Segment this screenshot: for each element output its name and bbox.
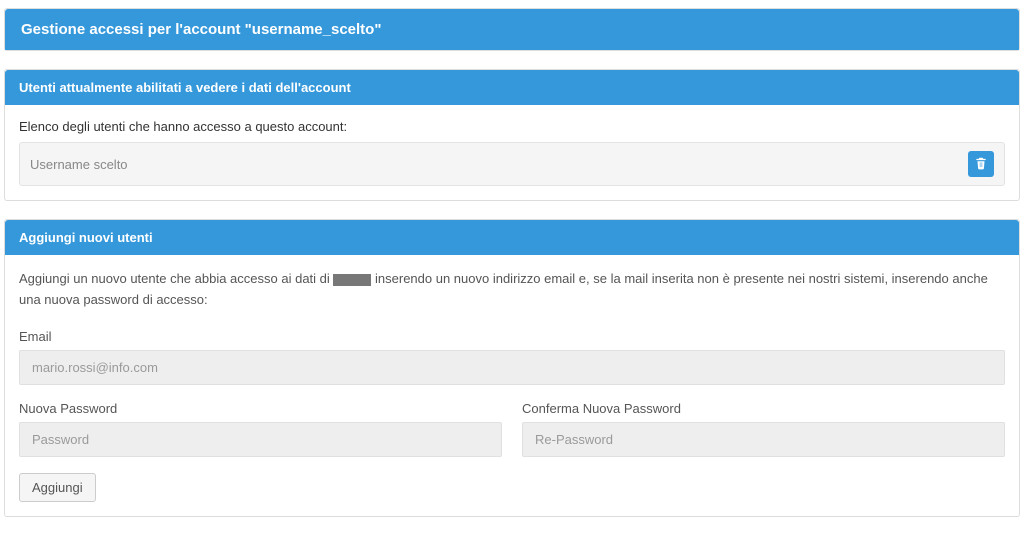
redacted-block <box>333 274 371 286</box>
confirm-password-label: Conferma Nuova Password <box>522 401 1005 416</box>
add-user-button[interactable]: Aggiungi <box>19 473 96 502</box>
new-password-label: Nuova Password <box>19 401 502 416</box>
email-form-group: Email <box>19 329 1005 385</box>
new-password-form-group: Nuova Password <box>19 401 502 457</box>
add-users-panel-title: Aggiungi nuovi utenti <box>5 220 1019 255</box>
page-title-suffix: " <box>374 21 381 38</box>
enabled-users-list-title: Elenco degli utenti che hanno accesso a … <box>19 119 1005 134</box>
confirm-password-form-group: Conferma Nuova Password <box>522 401 1005 457</box>
user-row-name: Username scelto <box>30 157 128 172</box>
add-users-description: Aggiungi un nuovo utente che abbia acces… <box>19 269 1005 311</box>
table-row: Username scelto <box>19 142 1005 186</box>
trash-icon <box>974 156 988 173</box>
add-users-panel: Aggiungi nuovi utenti Aggiungi un nuovo … <box>4 219 1020 517</box>
page-title: Gestione accessi per l'account "username… <box>5 9 1019 50</box>
page-title-username: username_scelto <box>252 21 375 38</box>
enabled-users-panel-body: Elenco degli utenti che hanno accesso a … <box>5 105 1019 200</box>
page-title-prefix: Gestione accessi per l'account " <box>21 21 252 38</box>
email-label: Email <box>19 329 1005 344</box>
page-header-panel: Gestione accessi per l'account "username… <box>4 8 1020 51</box>
confirm-password-field[interactable] <box>522 422 1005 457</box>
delete-user-button[interactable] <box>968 151 994 177</box>
description-before: Aggiungi un nuovo utente che abbia acces… <box>19 271 333 286</box>
email-field[interactable] <box>19 350 1005 385</box>
enabled-users-panel: Utenti attualmente abilitati a vedere i … <box>4 69 1020 201</box>
enabled-users-panel-title: Utenti attualmente abilitati a vedere i … <box>5 70 1019 105</box>
add-users-panel-body: Aggiungi un nuovo utente che abbia acces… <box>5 255 1019 516</box>
new-password-field[interactable] <box>19 422 502 457</box>
